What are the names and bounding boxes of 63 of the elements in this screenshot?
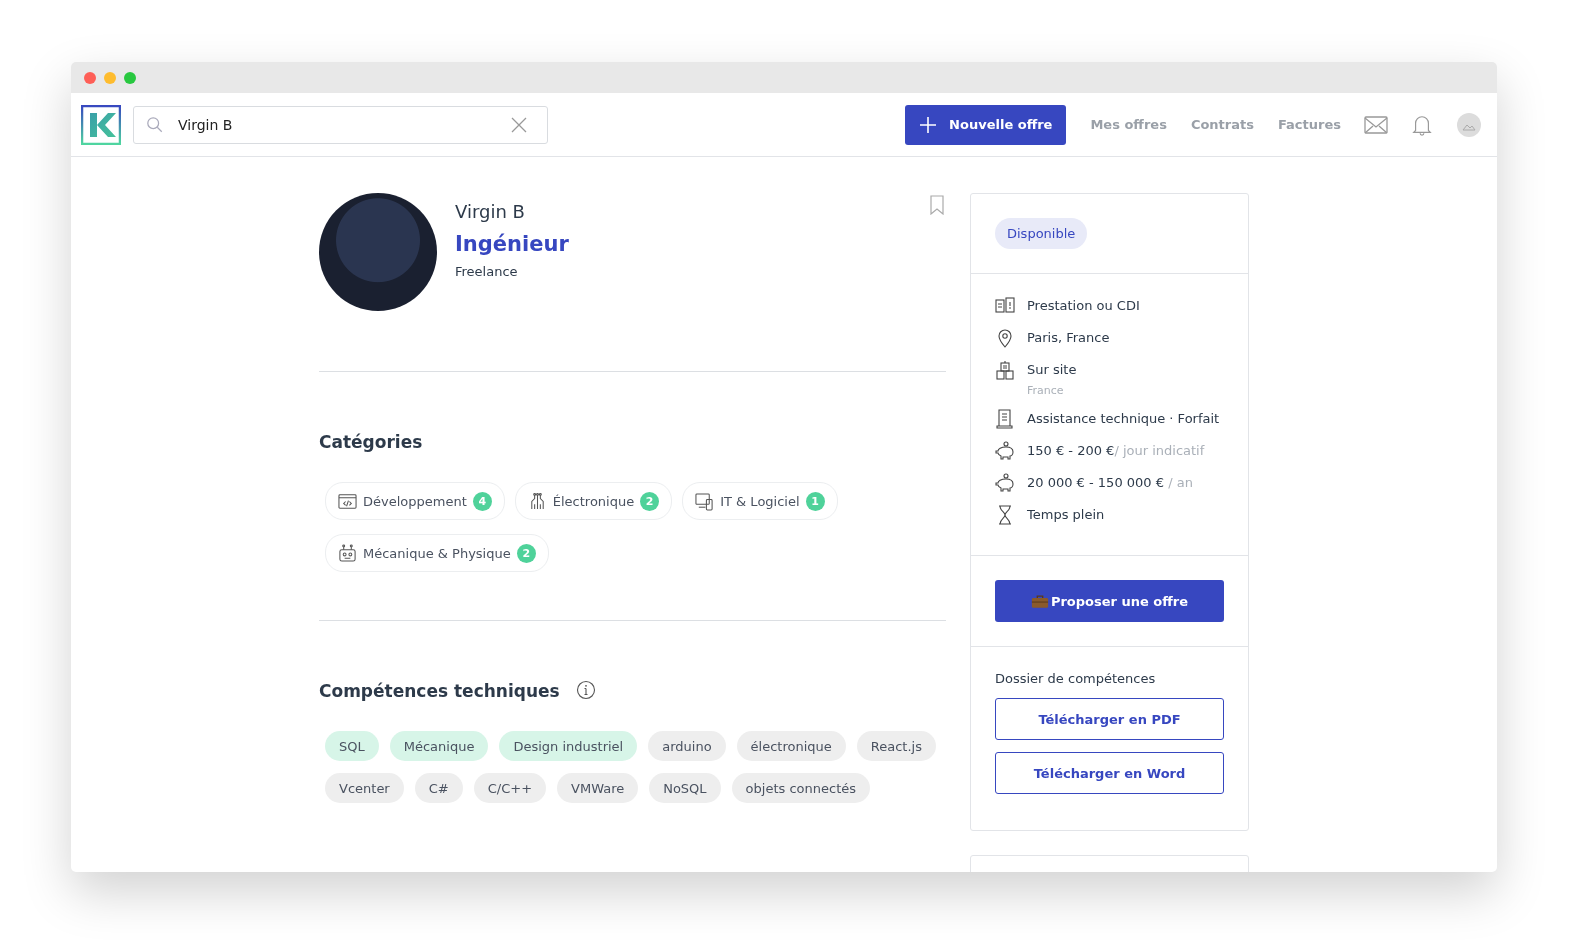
new-offer-button[interactable]: Nouvelle offre <box>905 104 1067 145</box>
info-icon[interactable] <box>575 680 596 700</box>
notification-bell-icon[interactable] <box>1410 113 1434 136</box>
bookmark-icon[interactable] <box>930 195 944 215</box>
category-chip[interactable]: IT & Logiciel 1 <box>682 482 838 520</box>
contract-icon <box>995 296 1015 316</box>
download-button[interactable]: Télécharger en Word <box>995 752 1224 794</box>
count-badge: 4 <box>472 491 492 511</box>
piggy-bank-icon <box>995 441 1015 461</box>
skill-tag: arduino <box>648 731 726 761</box>
category-chip[interactable]: Électronique 2 <box>514 482 673 520</box>
detail-text: Assistance technique · Forfait <box>1027 410 1220 428</box>
profile-name: Virgin B <box>455 201 526 222</box>
detail-text: Prestation ou CDI <box>1027 297 1140 315</box>
robot-icon <box>338 543 357 563</box>
profile-type: Freelance <box>455 264 519 279</box>
briefcase-icon <box>1030 593 1049 609</box>
skill-tag: VMWare <box>557 773 639 803</box>
minimize-window-dot[interactable] <box>104 71 116 84</box>
document-icon <box>995 409 1015 429</box>
close-window-dot[interactable] <box>84 71 96 84</box>
detail-subtext: France <box>1027 384 1065 397</box>
building-icon <box>995 360 1015 380</box>
count-badge: 2 <box>516 543 536 563</box>
status-badge: Disponible <box>995 218 1088 249</box>
skill-tag: SQL <box>325 731 379 761</box>
skill-tag: C# <box>414 773 463 803</box>
skill-tag: Design industriel <box>499 731 638 761</box>
count-badge: 1 <box>805 491 825 511</box>
skill-tag: Vcenter <box>325 773 404 803</box>
download-button[interactable]: Télécharger en PDF <box>995 698 1224 740</box>
detail-text: Paris, France <box>1027 329 1110 347</box>
skill-tag: React.js <box>856 731 936 761</box>
skill-tag: NoSQL <box>649 773 721 803</box>
section-heading: Catégories <box>319 432 424 452</box>
skill-tag: C/C++ <box>473 773 547 803</box>
skill-tag: objets connectés <box>731 773 870 803</box>
mail-icon[interactable] <box>1364 113 1388 136</box>
category-chip[interactable]: Mécanique & Physique 2 <box>325 534 549 572</box>
logo-icon[interactable] <box>81 104 121 145</box>
section-heading: Compétences techniques <box>319 681 560 701</box>
skill-tag: électronique <box>736 731 846 761</box>
plus-icon <box>919 115 938 134</box>
location-pin-icon <box>995 328 1015 348</box>
search-icon <box>146 115 164 134</box>
user-avatar[interactable] <box>1457 112 1481 137</box>
piggy-bank-icon <box>995 473 1015 493</box>
code-window-icon <box>338 491 357 511</box>
search-field[interactable]: Virgin B <box>133 105 548 144</box>
detail-text: Temps plein <box>1027 506 1105 524</box>
search-input[interactable]: Virgin B <box>176 115 511 134</box>
devices-icon <box>695 491 715 511</box>
detail-text: 20 000 € - 150 000 € / an <box>1027 474 1193 492</box>
category-chip[interactable]: Développement 4 <box>325 482 505 520</box>
detail-text: Sur site <box>1027 361 1077 379</box>
propose-offer-button[interactable]: Proposer une offre <box>995 580 1224 622</box>
skill-tag: Mécanique <box>389 731 489 761</box>
dossier-label: Dossier de compétences <box>995 671 1157 686</box>
clear-icon[interactable] <box>511 116 527 133</box>
zoom-window-dot[interactable] <box>124 71 136 84</box>
count-badge: 2 <box>640 491 660 511</box>
detail-text: 150 € - 200 €/ jour indicatif <box>1027 442 1205 460</box>
profile-title: Ingénieur <box>455 232 569 256</box>
